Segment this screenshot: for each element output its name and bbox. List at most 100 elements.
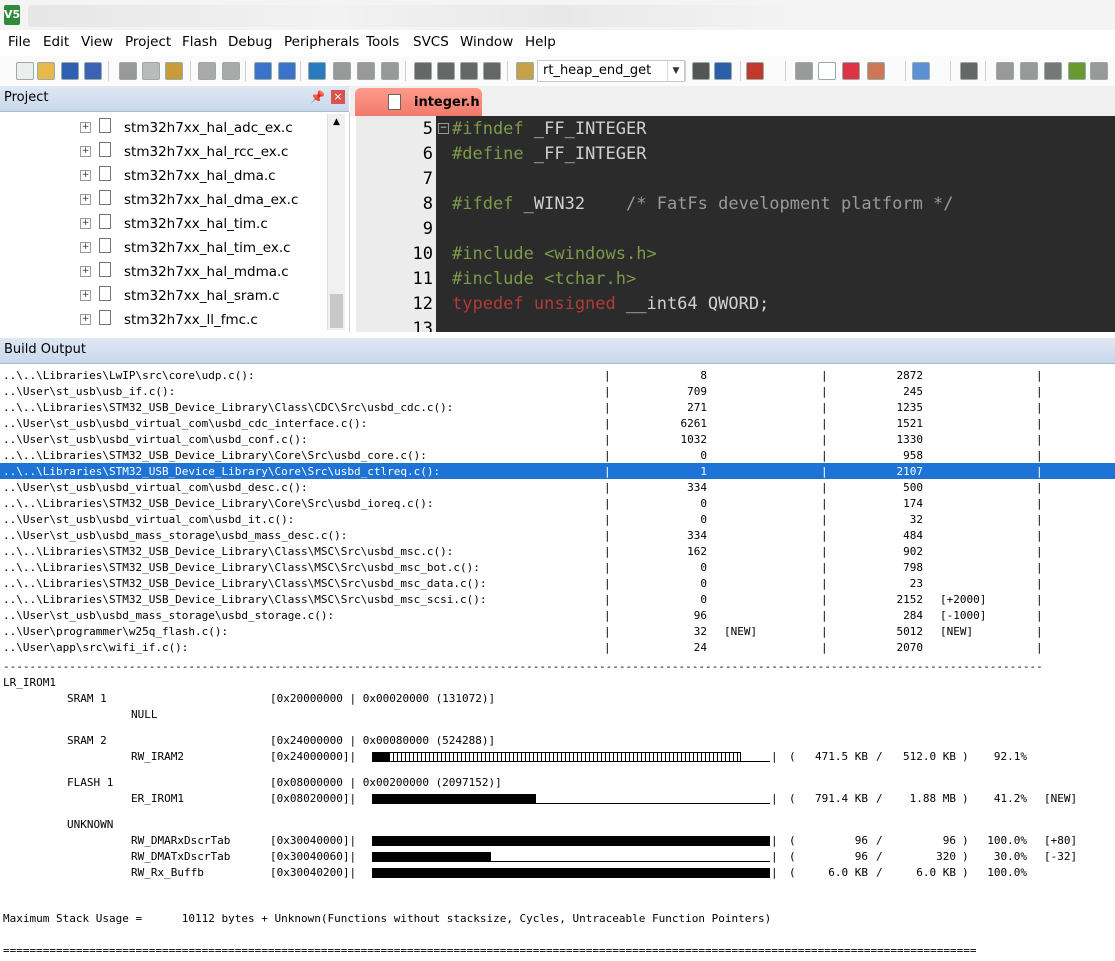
menu-svcs[interactable]: SVCS [413,34,449,50]
rw-size-value: 23 [909,577,923,590]
build-output-row[interactable]: ..\..\Libraries\STM32_USB_Device_Library… [0,447,1115,463]
undo-icon[interactable] [198,62,216,80]
navigate-forward-icon[interactable] [278,62,296,80]
build-output-row[interactable]: ..\User\st_usb\usbd_virtual_com\usbd_des… [0,479,1115,495]
window-layout-icon[interactable] [912,62,930,80]
build-output-row[interactable]: ..\..\Libraries\LwIP\src\core\udp.c(): | 8… [0,367,1115,383]
clear-bookmarks-icon[interactable] [381,62,399,80]
build-output-row[interactable]: ..\..\Libraries\STM32_USB_Device_Library… [0,559,1115,575]
find-in-files-icon[interactable] [516,62,534,80]
build-output-row[interactable]: ..\..\Libraries\STM32_USB_Device_Library… [0,591,1115,607]
menu-window[interactable]: Window [460,34,513,50]
next-bookmark-icon[interactable] [357,62,375,80]
used-size: 96 [854,834,868,847]
code-editor[interactable]: 5 6 7 8 9 10 11 12 13 − #ifndef _FF_INTEGER #defi… [356,116,1115,332]
build-output-row[interactable]: ..\User\st_usb\usbd_virtual_com\usbd_con… [0,431,1115,447]
build-output-row[interactable]: ..\..\Libraries\STM32_USB_Device_Library… [0,463,1115,479]
menu-help[interactable]: Help [525,34,556,50]
find-icon[interactable] [692,62,710,80]
expand-plus-icon[interactable]: + [80,194,91,205]
line-number: 12 [412,294,433,314]
navigate-back-icon[interactable] [254,62,272,80]
paren-close: ) [962,866,969,879]
region-name: LR_IROM1 [3,676,56,689]
tree-item-label: stm32h7xx_hal_mdma.c [124,264,289,280]
paste-icon[interactable] [165,62,183,80]
incremental-find-icon[interactable] [714,62,732,80]
expand-plus-icon[interactable]: + [80,146,91,157]
build-target-icon[interactable] [1020,62,1038,80]
save-all-icon[interactable] [84,62,102,80]
ro-size-value: 24 [693,641,707,654]
build-output-row[interactable]: ..\..\Libraries\STM32_USB_Device_Library… [0,543,1115,559]
ro-size-value: 162 [687,545,707,558]
scroll-thumb[interactable] [330,294,343,328]
build-output-row[interactable]: ..\User\st_usb\usbd_virtual_com\usbd_cdc… [0,415,1115,431]
prev-bookmark-icon[interactable] [333,62,351,80]
build-output-row[interactable]: ..\..\Libraries\STM32_USB_Device_Library… [0,575,1115,591]
build-output-text[interactable]: ..\..\Libraries\LwIP\src\core\udp.c(): | 8… [0,364,1115,961]
build-output-row[interactable]: ..\User\st_usb\usbd_mass_storage\usbd_ma… [0,527,1115,543]
menu-edit[interactable]: Edit [43,34,69,50]
build-output-row[interactable]: ..\User\programmer\w25q_flash.c(): | 32 [NE… [0,623,1115,639]
expand-plus-icon[interactable]: + [80,242,91,253]
chevron-down-icon[interactable]: ▼ [667,61,684,81]
save-icon[interactable] [61,62,79,80]
build-output-row[interactable]: ..\User\st_usb\usbd_virtual_com\usbd_it.… [0,511,1115,527]
menu-flash[interactable]: Flash [182,34,217,50]
fold-toggle-icon[interactable]: − [438,123,449,134]
menu-debug[interactable]: Debug [228,34,272,50]
new-file-icon[interactable] [16,62,34,80]
debug-icon[interactable] [746,62,764,80]
build-output-row[interactable]: ..\..\Libraries\STM32_USB_Device_Library… [0,399,1115,415]
build-output-row[interactable]: ..\User\st_usb\usbd_mass_storage\usbd_st… [0,607,1115,623]
cut-icon[interactable] [119,62,137,80]
usage-change-mark: [-32] [1044,850,1078,863]
extra-tools-icon[interactable] [1090,62,1108,80]
tab-integer-h[interactable]: integer.h [355,88,482,116]
configure-icon[interactable] [867,62,885,80]
menu-view[interactable]: View [81,34,113,50]
breakpoint-disable-icon[interactable] [818,62,836,80]
expand-plus-icon[interactable]: + [80,170,91,181]
pack-installer-icon[interactable] [1068,62,1086,80]
build-output-row[interactable]: ..\User\st_usb\usb_if.c(): | 709 | 245 | [0,383,1115,399]
copy-icon[interactable] [142,62,160,80]
bookmark-icon[interactable] [308,62,326,80]
expand-plus-icon[interactable]: + [80,290,91,301]
batch-build-icon[interactable] [996,62,1014,80]
comment-icon[interactable] [460,62,478,80]
menu-peripherals[interactable]: Peripherals [284,34,359,50]
code-line: #define _FF_INTEGER [452,144,646,164]
expand-plus-icon[interactable]: + [80,266,91,277]
close-icon[interactable]: × [331,90,345,104]
redo-icon[interactable] [222,62,240,80]
open-folder-icon[interactable] [37,62,55,80]
ro-size-value: 334 [687,481,707,494]
expand-plus-icon[interactable]: + [80,314,91,325]
pin-icon[interactable]: 📌 [310,90,325,104]
expand-plus-icon[interactable]: + [80,122,91,133]
menu-project[interactable]: Project [125,34,171,50]
settings-wrench-icon[interactable] [960,62,978,80]
manage-components-icon[interactable] [1044,62,1062,80]
breakpoint-icon[interactable] [795,62,813,80]
usage-bar [372,794,770,804]
uncomment-icon[interactable] [483,62,501,80]
kill-breakpoints-icon[interactable] [842,62,860,80]
scroll-up-icon[interactable]: ▲ [328,114,345,131]
usage-percent: 92.1% [993,750,1027,763]
find-combo[interactable]: rt_heap_end_get ▼ [537,60,685,82]
unindent-icon[interactable] [437,62,455,80]
tree-scrollbar[interactable]: ▲ [327,114,345,330]
build-output-row[interactable]: ..\User\app\src\wifi_if.c(): | 24 | 2070 | [0,639,1115,655]
build-output-row[interactable]: ..\..\Libraries\STM32_USB_Device_Library… [0,495,1115,511]
indent-icon[interactable] [414,62,432,80]
usage-bar-fill [372,852,492,861]
toolbar-separator [740,61,741,81]
menu-file[interactable]: File [8,34,31,50]
ro-size-note: [NEW] [724,625,758,638]
toolbar-separator [507,61,508,81]
expand-plus-icon[interactable]: + [80,218,91,229]
menu-tools[interactable]: Tools [366,34,399,50]
